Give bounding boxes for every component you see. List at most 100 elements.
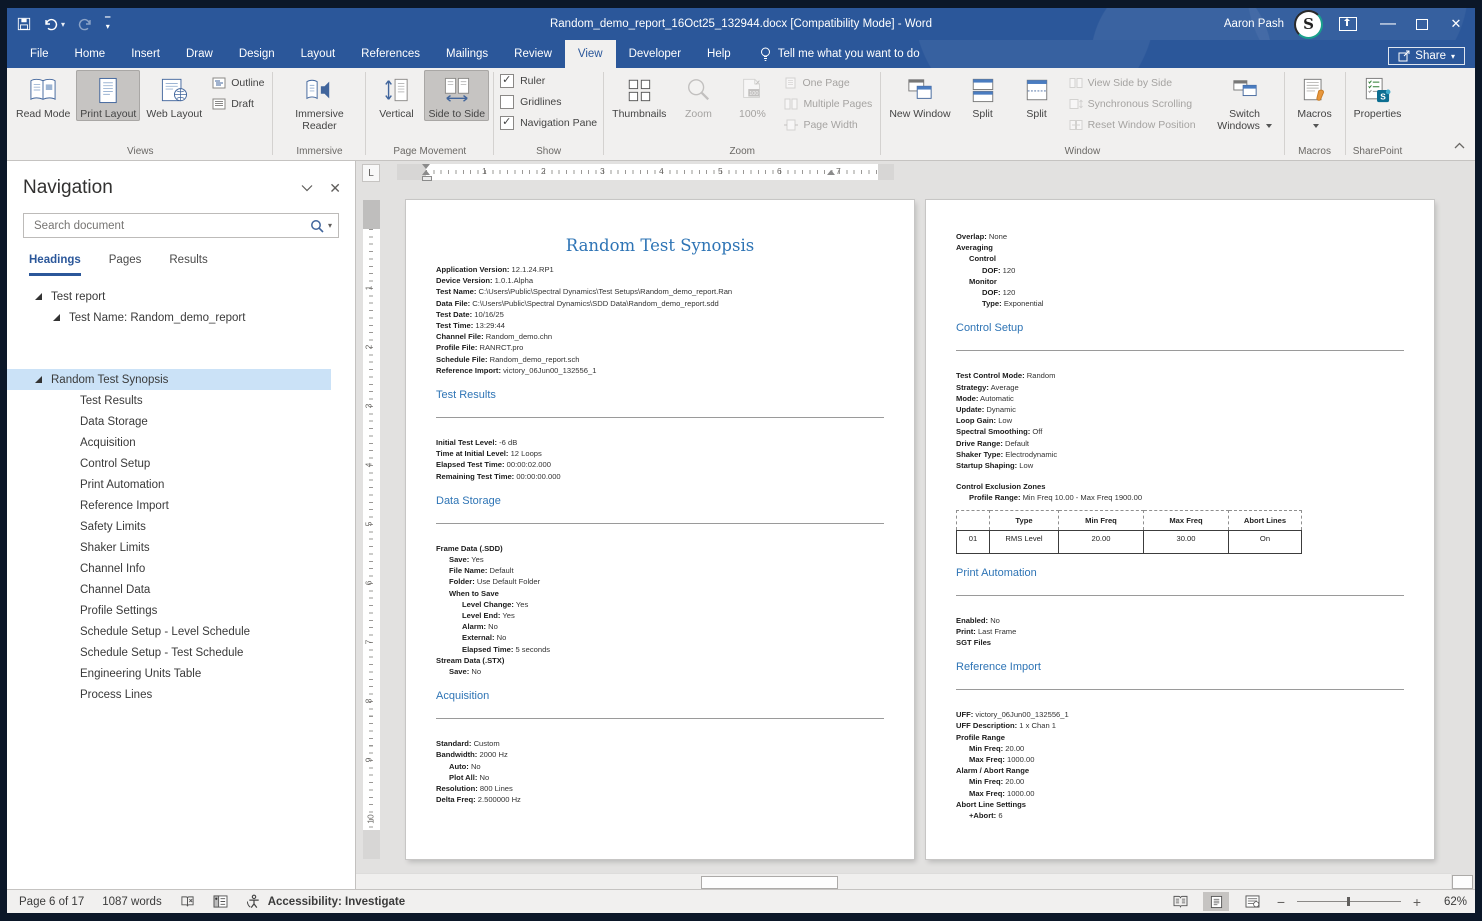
- ruler-checkbox[interactable]: [500, 74, 514, 88]
- print-layout-button[interactable]: Print Layout: [76, 70, 140, 121]
- nav-heading-item[interactable]: Acquisition: [7, 432, 355, 453]
- tab-mailings[interactable]: Mailings: [433, 40, 501, 68]
- arrange-all-button[interactable]: Split: [957, 70, 1009, 121]
- tab-file[interactable]: File: [17, 40, 62, 68]
- zoom-in-button[interactable]: +: [1411, 894, 1423, 910]
- close-button[interactable]: ✕: [1439, 8, 1473, 40]
- navigation-pane-checkbox[interactable]: [500, 116, 514, 130]
- left-indent-marker[interactable]: [422, 176, 432, 181]
- nav-heading-item[interactable]: Test Name: Random_demo_report: [7, 307, 355, 328]
- nav-heading-item[interactable]: Print Automation: [7, 474, 355, 495]
- thumbnails-button[interactable]: Thumbnails: [608, 70, 670, 121]
- tab-insert[interactable]: Insert: [118, 40, 173, 68]
- draft-button[interactable]: Draft: [209, 93, 267, 114]
- synchronous-scrolling-button[interactable]: Synchronous Scrolling: [1066, 93, 1199, 114]
- tab-draw[interactable]: Draw: [173, 40, 226, 68]
- read-mode-button[interactable]: Read Mode: [12, 70, 74, 121]
- tab-pages[interactable]: Pages: [109, 254, 142, 276]
- tab-developer[interactable]: Developer: [616, 40, 694, 68]
- multiple-pages-button[interactable]: Multiple Pages: [781, 93, 875, 114]
- nav-heading-item[interactable]: Profile Settings: [7, 600, 355, 621]
- tell-me-box[interactable]: Tell me what you want to do: [760, 40, 920, 68]
- first-line-indent-marker[interactable]: [422, 164, 430, 169]
- maximize-button[interactable]: [1405, 8, 1439, 40]
- web-layout-view-button[interactable]: [1239, 892, 1265, 911]
- tab-headings[interactable]: Headings: [29, 254, 81, 276]
- properties-button[interactable]: S Properties: [1350, 70, 1406, 121]
- switch-windows-button[interactable]: Switch Windows: [1210, 70, 1280, 133]
- nav-heading-item[interactable]: Control Setup: [7, 453, 355, 474]
- page-width-button[interactable]: Page Width: [781, 114, 875, 135]
- vertical-ruler[interactable]: 12345678910: [363, 200, 380, 859]
- navigation-pane-checkbox-row[interactable]: Navigation Pane: [497, 112, 600, 133]
- search-dropdown-icon[interactable]: ▾: [328, 221, 332, 230]
- zoom-button[interactable]: Zoom: [672, 70, 724, 121]
- nav-heading-item[interactable]: Random Test Synopsis: [7, 369, 331, 390]
- expand-collapse-icon[interactable]: [35, 376, 42, 383]
- nav-heading-item[interactable]: Engineering Units Table: [7, 663, 355, 684]
- reset-window-position-button[interactable]: Reset Window Position: [1066, 114, 1199, 135]
- gridlines-checkbox[interactable]: [500, 95, 514, 109]
- tab-view[interactable]: View: [565, 40, 616, 68]
- document-page-1[interactable]: Random Test SynopsisApplication Version:…: [406, 200, 914, 859]
- one-page-button[interactable]: One Page: [781, 72, 875, 93]
- web-layout-button[interactable]: Web Layout: [142, 70, 206, 121]
- zoom-percentage[interactable]: 62%: [1433, 896, 1467, 908]
- zoom-out-button[interactable]: −: [1275, 894, 1287, 910]
- share-button[interactable]: Share ▾: [1388, 47, 1465, 65]
- nav-heading-item[interactable]: Safety Limits: [7, 516, 355, 537]
- immersive-reader-button[interactable]: Immersive Reader: [277, 70, 361, 133]
- expand-collapse-icon[interactable]: [53, 314, 60, 321]
- proofing-status-icon[interactable]: [180, 895, 195, 909]
- view-side-by-side-button[interactable]: View Side by Side: [1066, 72, 1199, 93]
- close-pane-icon[interactable]: ✕: [329, 180, 341, 197]
- tab-stop-selector[interactable]: L: [362, 164, 380, 182]
- ruler-checkbox-row[interactable]: Ruler: [497, 70, 600, 91]
- vertical-button[interactable]: Vertical: [370, 70, 422, 121]
- horizontal-scrollbar-thumb[interactable]: [701, 876, 838, 889]
- search-box[interactable]: ▾: [23, 213, 339, 238]
- nav-heading-item[interactable]: Process Lines: [7, 684, 355, 705]
- zoom-slider[interactable]: [1297, 901, 1401, 902]
- outline-button[interactable]: Outline: [209, 72, 267, 93]
- minimize-button[interactable]: —: [1371, 8, 1405, 40]
- nav-heading-item[interactable]: Reference Import: [7, 495, 355, 516]
- nav-heading-item[interactable]: Schedule Setup - Test Schedule: [7, 642, 355, 663]
- nav-heading-item[interactable]: Test report: [7, 286, 355, 307]
- side-to-side-button[interactable]: Side to Side: [424, 70, 489, 121]
- tab-design[interactable]: Design: [226, 40, 288, 68]
- page-indicator[interactable]: Page 6 of 17: [19, 896, 84, 908]
- search-icon[interactable]: [310, 219, 324, 233]
- zoom-slider-thumb[interactable]: [1347, 897, 1350, 906]
- macros-button[interactable]: Macros: [1289, 70, 1341, 133]
- expand-collapse-icon[interactable]: [35, 293, 42, 300]
- accessibility-status[interactable]: Accessibility: Investigate: [246, 894, 405, 909]
- zoom-100-button[interactable]: 100 100%: [726, 70, 778, 121]
- word-count[interactable]: 1087 words: [102, 896, 161, 908]
- document-page-2[interactable]: Overlap: NoneAveragingControlDOF: 120Mon…: [926, 200, 1434, 859]
- pane-options-chevron-icon[interactable]: [301, 181, 313, 195]
- right-indent-marker[interactable]: [827, 170, 835, 175]
- tab-home[interactable]: Home: [62, 40, 119, 68]
- tab-help[interactable]: Help: [694, 40, 744, 68]
- nav-heading-item[interactable]: Test Results: [7, 390, 355, 411]
- ribbon-display-options-icon[interactable]: [1339, 17, 1357, 31]
- print-layout-view-button[interactable]: [1203, 892, 1229, 911]
- avatar[interactable]: S: [1294, 10, 1323, 39]
- tab-references[interactable]: References: [348, 40, 433, 68]
- tab-review[interactable]: Review: [501, 40, 565, 68]
- horizontal-scrollbar[interactable]: [356, 873, 1451, 889]
- nav-heading-item[interactable]: Channel Info: [7, 558, 355, 579]
- new-window-button[interactable]: New Window: [885, 70, 954, 121]
- tab-results[interactable]: Results: [169, 254, 207, 276]
- nav-heading-item[interactable]: Schedule Setup - Level Schedule: [7, 621, 355, 642]
- macro-recording-icon[interactable]: [213, 895, 228, 908]
- read-mode-view-button[interactable]: [1167, 892, 1193, 911]
- split-button[interactable]: Split: [1011, 70, 1063, 121]
- horizontal-ruler[interactable]: 1234567: [397, 164, 894, 180]
- gridlines-checkbox-row[interactable]: Gridlines: [497, 91, 600, 112]
- scrollbar-corner-button[interactable]: [1452, 875, 1473, 889]
- collapse-ribbon-button[interactable]: [1454, 136, 1465, 154]
- tab-layout[interactable]: Layout: [288, 40, 349, 68]
- nav-heading-item[interactable]: Data Storage: [7, 411, 355, 432]
